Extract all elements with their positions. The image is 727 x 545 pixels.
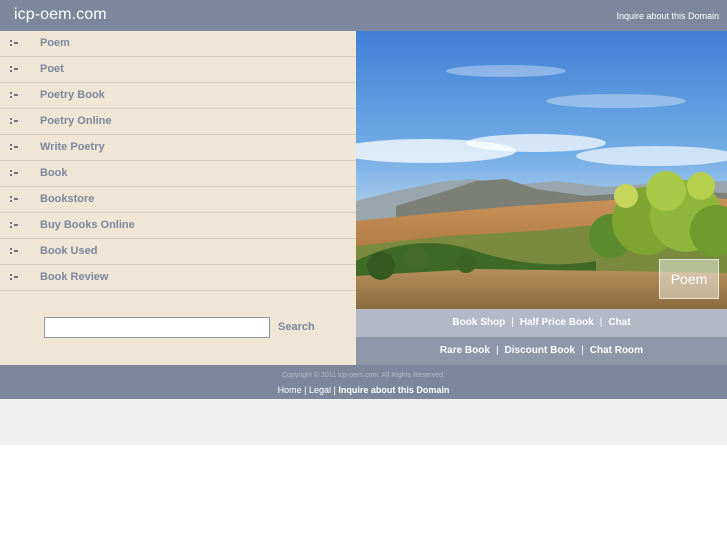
menu-item-label: Book Review [40, 271, 109, 283]
footer: Copyright © 2011 icp-oem.com. All Rights… [0, 365, 727, 399]
link-discount-book[interactable]: Discount Book [505, 345, 576, 356]
search-button[interactable]: Search [278, 321, 315, 333]
menu-item-buy-books-online[interactable]: Buy Books Online [0, 213, 356, 239]
menu-item-poetry-online[interactable]: Poetry Online [0, 109, 356, 135]
link-row-2: Rare Book | Discount Book | Chat Room [356, 337, 727, 365]
bullet-icon [10, 117, 19, 126]
bullet-icon [10, 91, 19, 100]
bullet-icon [10, 195, 19, 204]
link-book-shop[interactable]: Book Shop [452, 317, 505, 328]
footer-legal-link[interactable]: Legal [309, 385, 331, 395]
sidebar: Poem Poet Poetry Book Poetry Online Writ… [0, 31, 356, 365]
link-half-price-book[interactable]: Half Price Book [520, 317, 594, 328]
menu-item-book-review[interactable]: Book Review [0, 265, 356, 291]
bullet-icon [10, 247, 19, 256]
link-separator: | [599, 317, 603, 328]
menu-item-book-used[interactable]: Book Used [0, 239, 356, 265]
bullet-icon [10, 65, 19, 74]
menu-item-label: Buy Books Online [40, 219, 135, 231]
menu-item-poetry-book[interactable]: Poetry Book [0, 83, 356, 109]
menu-item-label: Book Used [40, 245, 98, 257]
copyright-text: Copyright © 2011 icp-oem.com. All Rights… [282, 372, 445, 379]
hero-image: Poem [356, 31, 727, 309]
menu-item-write-poetry[interactable]: Write Poetry [0, 135, 356, 161]
bullet-icon [10, 221, 19, 230]
menu-item-poem[interactable]: Poem [0, 31, 356, 57]
bullet-icon [10, 143, 19, 152]
top-bar: icp-oem.com Inquire about this Domain [0, 0, 727, 31]
footer-home-link[interactable]: Home [278, 385, 302, 395]
menu-item-label: Poetry Book [40, 89, 105, 101]
menu-item-label: Write Poetry [40, 141, 105, 153]
footer-separator: | [333, 385, 336, 395]
menu-item-bookstore[interactable]: Bookstore [0, 187, 356, 213]
footer-separator: | [304, 385, 307, 395]
sidebar-menu: Poem Poet Poetry Book Poetry Online Writ… [0, 31, 356, 291]
menu-item-label: Poet [40, 63, 64, 75]
search-input[interactable] [44, 317, 270, 338]
hero-badge-label: Poem [670, 271, 708, 287]
link-separator: | [495, 345, 499, 356]
bullet-icon [10, 169, 19, 178]
inquire-domain-link[interactable]: Inquire about this Domain [616, 11, 719, 21]
footer-inquire-link[interactable]: Inquire about this Domain [338, 385, 449, 395]
link-separator: | [581, 345, 584, 356]
menu-item-label: Book [40, 167, 68, 179]
bullet-icon [10, 39, 19, 48]
menu-item-poet[interactable]: Poet [0, 57, 356, 83]
bullet-icon [10, 273, 19, 282]
menu-item-label: Poem [40, 37, 70, 49]
menu-item-label: Poetry Online [40, 115, 112, 127]
footer-links: Home | Legal | Inquire about this Domain [0, 385, 727, 395]
link-separator: | [511, 317, 514, 328]
menu-item-book[interactable]: Book [0, 161, 356, 187]
site-title[interactable]: icp-oem.com [14, 6, 107, 24]
link-chat[interactable]: Chat [608, 317, 630, 328]
hero-badge[interactable]: Poem [659, 259, 719, 299]
link-chat-room[interactable]: Chat Room [590, 345, 643, 356]
menu-item-label: Bookstore [40, 193, 95, 205]
link-rare-book[interactable]: Rare Book [440, 345, 490, 356]
gray-strip [0, 399, 727, 445]
link-row-1: Book Shop | Half Price Book | Chat [356, 309, 727, 337]
